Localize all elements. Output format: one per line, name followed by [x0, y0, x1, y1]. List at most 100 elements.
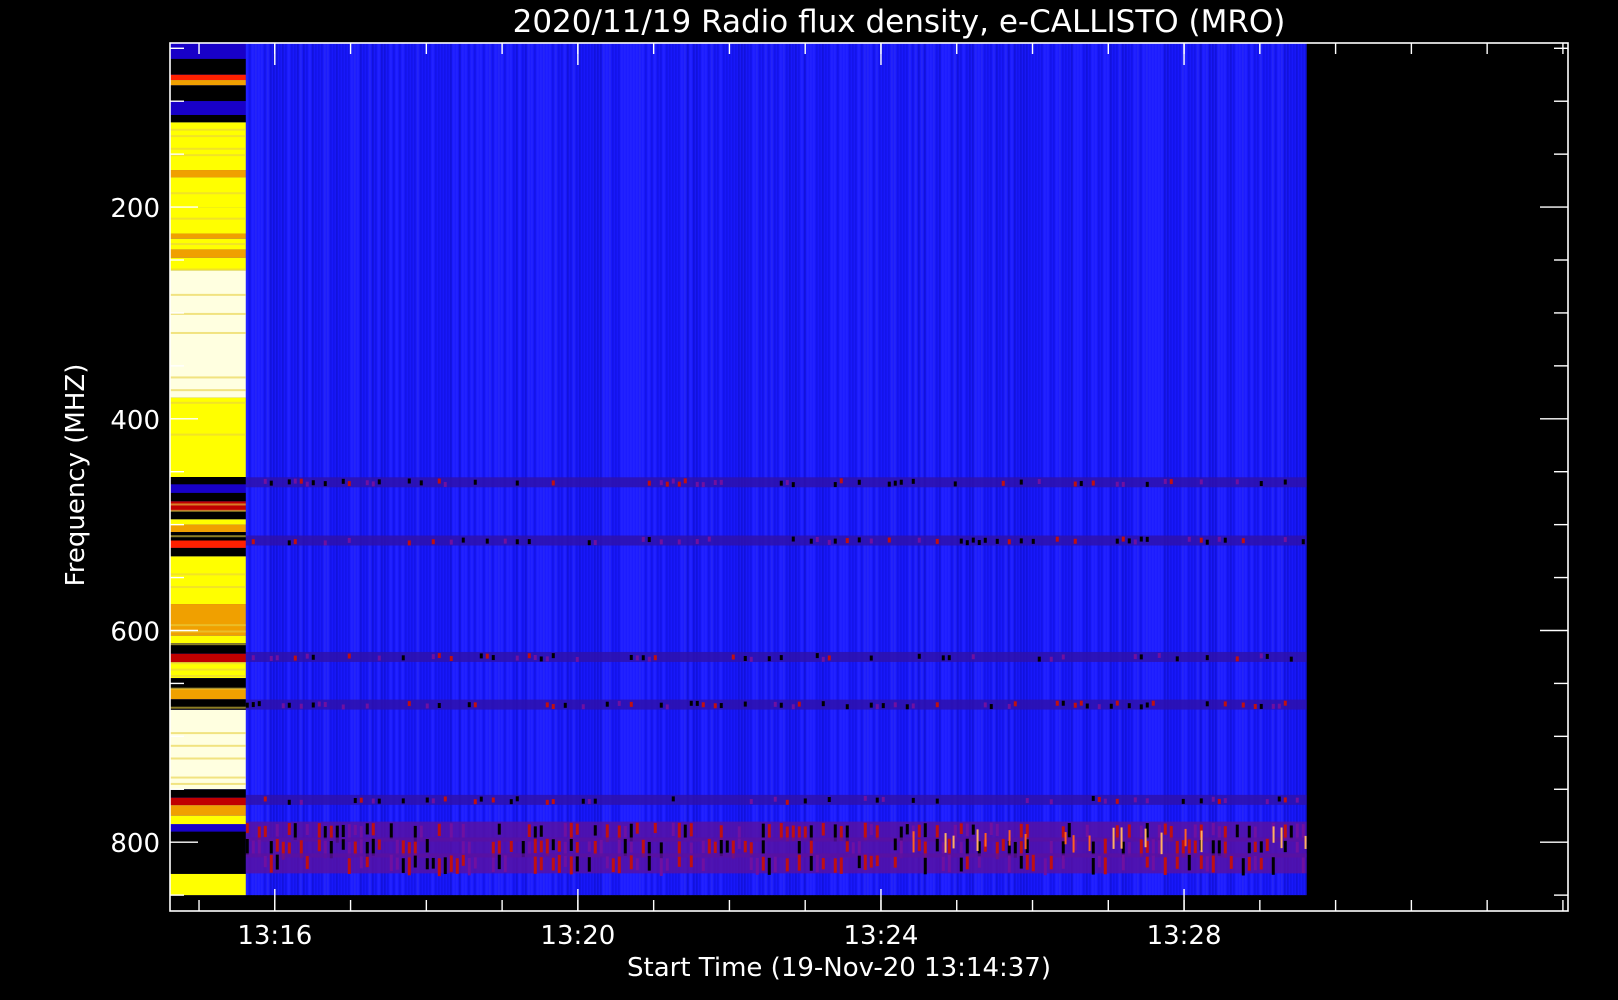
- heatmap-cell: [905, 43, 908, 896]
- heatmap-cell: [1049, 656, 1053, 662]
- heatmap-cell: [299, 478, 303, 484]
- heatmap-cell: [707, 43, 710, 896]
- heatmap-cell: [1127, 824, 1131, 839]
- heatmap-cell: [833, 538, 837, 544]
- heatmap-cell: [1001, 43, 1004, 896]
- heatmap-cell: [467, 702, 471, 708]
- heatmap-cell: [311, 480, 315, 486]
- heatmap-cell: [767, 43, 770, 896]
- heatmap-cell: [1223, 43, 1226, 896]
- heatmap-cell: [1028, 43, 1031, 896]
- heatmap-cell: [1223, 798, 1227, 804]
- heatmap-cell: [278, 43, 281, 896]
- heatmap-cell: [269, 841, 273, 855]
- heatmap-cell: [1301, 43, 1304, 896]
- heatmap-cell: [1097, 704, 1101, 710]
- heatmap-cell: [647, 480, 651, 486]
- heatmap-cell: [836, 43, 839, 896]
- heatmap-cell: [899, 479, 903, 485]
- heatmap-cell: [389, 823, 393, 839]
- heatmap-cell: [1283, 479, 1287, 485]
- heatmap-cell: [959, 43, 962, 896]
- heatmap-cell: [293, 478, 297, 484]
- heatmap-cell: [1106, 43, 1109, 896]
- heatmap-cell: [770, 43, 773, 896]
- heatmap-cell: [1235, 479, 1239, 485]
- heatmap-cell: [275, 854, 279, 870]
- heatmap-cell: [347, 858, 351, 874]
- heatmap-cell: [1205, 655, 1209, 661]
- heatmap-cell: [257, 43, 260, 896]
- heatmap-cell: [350, 43, 353, 896]
- heatmap-cell: [1214, 43, 1217, 896]
- heatmap-cell: [170, 80, 246, 86]
- heatmap-cell: [965, 838, 969, 855]
- heatmap-cell: [263, 855, 267, 868]
- heatmap-cell: [1061, 855, 1065, 869]
- heatmap-cell: [515, 539, 519, 545]
- heatmap-cell: [437, 43, 440, 896]
- heatmap-cell: [881, 796, 885, 802]
- heatmap-cell: [1163, 857, 1167, 875]
- heatmap-cell: [281, 43, 284, 896]
- heatmap-cell: [482, 43, 485, 896]
- heatmap-cell: [998, 43, 1001, 896]
- heatmap-cell: [1046, 43, 1049, 896]
- heatmap-cell: [539, 840, 543, 853]
- heatmap-cell: [170, 744, 246, 747]
- heatmap-cell: [449, 855, 453, 872]
- heatmap-cell: [1112, 43, 1115, 896]
- heatmap-cell: [413, 855, 417, 868]
- heatmap-cell: [170, 635, 246, 644]
- heatmap-cell: [1265, 43, 1268, 896]
- heatmap-cell: [419, 43, 422, 896]
- heatmap-cell: [827, 797, 831, 803]
- heatmap-cell: [956, 43, 959, 896]
- heatmap-cell: [1070, 43, 1073, 896]
- heatmap-cell: [170, 270, 246, 398]
- heatmap-cell: [1001, 838, 1005, 851]
- heatmap-cell: [359, 43, 362, 896]
- heatmap-cell: [1073, 702, 1077, 708]
- heatmap-cell: [170, 243, 246, 246]
- heatmap-cell: [764, 43, 767, 896]
- heatmap-cell: [1169, 479, 1173, 485]
- heatmap-cell: [701, 702, 705, 708]
- heatmap-cell: [440, 43, 443, 896]
- heatmap-cell: [362, 43, 365, 896]
- heatmap-cell: [935, 702, 939, 708]
- heatmap-cell: [782, 43, 785, 896]
- heatmap-cell: [1226, 43, 1229, 896]
- heatmap-cell: [779, 702, 783, 708]
- heatmap-cell: [1289, 825, 1293, 839]
- heatmap-cell: [581, 43, 584, 896]
- heatmap-cell: [1217, 798, 1221, 804]
- heatmap-cell: [677, 856, 681, 867]
- heatmap-cell: [704, 43, 707, 896]
- heatmap-cell: [1121, 536, 1125, 542]
- heatmap-cell: [1259, 43, 1262, 896]
- heatmap-cell: [1151, 43, 1154, 896]
- heatmap-cell: [170, 401, 246, 404]
- heatmap-cell: [902, 43, 905, 896]
- heatmap-cell: [170, 732, 246, 735]
- heatmap-cell: [548, 43, 551, 896]
- heatmap-cell: [1223, 537, 1227, 543]
- heatmap-cell: [1043, 858, 1047, 876]
- heatmap-cell: [1205, 701, 1209, 707]
- heatmap-cell: [659, 43, 662, 896]
- heatmap-cell: [635, 655, 639, 661]
- heatmap-cell: [437, 478, 441, 484]
- heatmap-cell: [317, 839, 321, 852]
- heatmap-cell: [1247, 842, 1251, 854]
- heatmap-cell: [569, 856, 573, 875]
- heatmap-cell: [1166, 43, 1169, 896]
- heatmap-cell: [725, 840, 729, 853]
- heatmap-cell: [1259, 703, 1263, 709]
- heatmap-cell: [305, 824, 309, 836]
- heatmap-cell: [170, 233, 246, 239]
- heatmap-cell: [632, 43, 635, 896]
- heatmap-cell: [857, 855, 861, 869]
- heatmap-cell: [659, 480, 663, 486]
- heatmap-cell: [1169, 43, 1172, 896]
